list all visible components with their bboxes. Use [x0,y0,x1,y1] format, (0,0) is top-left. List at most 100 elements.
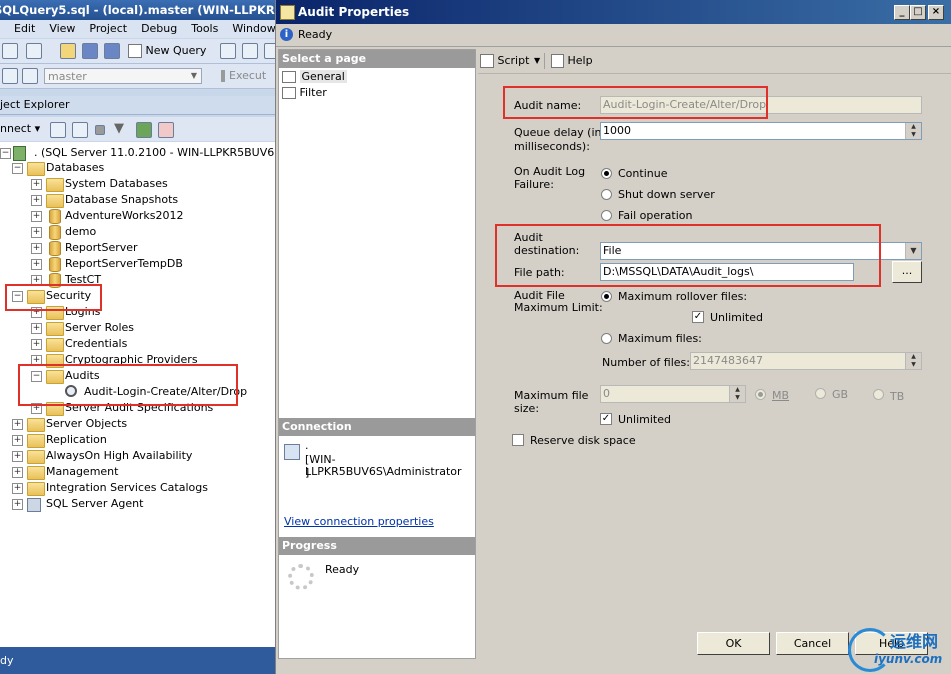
ok-button[interactable]: OK [697,632,770,655]
size-unlimited-checkbox[interactable]: ✓ [600,413,612,425]
page-general[interactable]: General [282,70,347,84]
folder-icon [46,178,64,192]
collapse-icon[interactable]: − [0,148,11,159]
tree-node[interactable]: + ReportServer [0,240,275,256]
expand-icon[interactable]: + [12,451,23,462]
shutdown-server-radio[interactable] [601,189,612,200]
expand-icon[interactable]: + [12,499,23,510]
expand-icon[interactable]: + [31,195,42,206]
add-item-icon[interactable] [26,43,42,59]
rollover-unlimited-checkbox[interactable]: ✓ [692,311,704,323]
tree-node[interactable]: + Replication [0,432,275,448]
activity-monitor-icon[interactable] [158,122,174,138]
menu-view[interactable]: View [49,20,75,38]
tree-node[interactable]: + ReportServerTempDB [0,256,275,272]
save-all-icon[interactable] [104,43,120,59]
num-files-label: Number of files: [602,356,690,369]
queue-delay-label-line2: milliseconds): [514,140,590,153]
tree-node[interactable]: − . (SQL Server 11.0.2100 - WIN-LLPKR5BUV… [0,145,275,161]
expand-icon[interactable]: + [12,483,23,494]
highlight-audit-name [503,86,768,119]
filter-icon[interactable]: ▼ [114,122,128,136]
browse-button[interactable]: ... [892,261,922,283]
num-files-input[interactable]: 2147483647 ▲ ▼ [690,352,922,370]
expand-icon[interactable]: + [31,211,42,222]
disconnect-icon[interactable] [72,122,88,138]
script-button[interactable]: Script [480,49,529,73]
expand-icon[interactable]: + [12,435,23,446]
connect-dropdown[interactable]: nnect ▾ [0,121,40,137]
tree-node-label: . (SQL Server 11.0.2100 - WIN-LLPKR5BUV6… [34,146,275,159]
tree-node[interactable]: + System Databases [0,176,275,192]
max-rollover-label: Maximum rollover files: [618,290,748,303]
tree-node[interactable]: + Integration Services Catalogs [0,480,275,496]
expand-icon[interactable]: + [12,419,23,430]
continue-radio[interactable] [601,168,612,179]
menu-project[interactable]: Project [89,20,127,38]
fail-operation-radio[interactable] [601,210,612,221]
unit-tb-label: TB [890,390,905,403]
tree-node[interactable]: + Server Roles [0,320,275,336]
connect-icon[interactable] [2,68,18,84]
expand-icon[interactable]: + [31,259,42,270]
expand-icon[interactable]: + [31,227,42,238]
page-filter[interactable]: Filter [282,86,327,100]
expand-icon[interactable]: + [12,467,23,478]
max-rollover-radio[interactable] [601,291,612,302]
script-dropdown-chevron-down-icon[interactable]: ▼ [534,49,540,73]
unit-tb-radio[interactable] [873,389,884,400]
tree-node[interactable]: + SQL Server Agent [0,496,275,512]
expand-icon[interactable]: + [31,323,42,334]
help-button[interactable]: Help [551,49,593,73]
reserve-disk-checkbox[interactable] [512,434,524,446]
max-file-size-label: Maximum file [514,389,589,402]
cancel-button[interactable]: Cancel [776,632,849,655]
minimize-button[interactable]: _ [894,5,910,20]
tree-node[interactable]: + Database Snapshots [0,192,275,208]
database-select-value: master [48,70,87,83]
unit-gb-radio[interactable] [815,388,826,399]
menu-edit[interactable]: Edit [14,20,35,38]
menu-debug[interactable]: Debug [141,20,177,38]
expand-icon[interactable]: + [31,243,42,254]
tree-node[interactable]: + demo [0,224,275,240]
tree-node[interactable]: + Management [0,464,275,480]
database-icon [49,209,61,224]
max-files-radio[interactable] [601,333,612,344]
change-connection-icon[interactable] [22,68,38,84]
save-icon[interactable] [82,43,98,59]
query-mdx-icon[interactable] [242,43,258,59]
tree-node[interactable]: + Credentials [0,336,275,352]
page-filter-label: Filter [299,86,327,99]
query-db-icon[interactable] [220,43,236,59]
tree-node[interactable]: + AdventureWorks2012 [0,208,275,224]
max-file-size-input[interactable]: 0 ▲ ▼ [600,385,746,403]
close-button[interactable]: × [928,5,944,20]
num-files-spinner[interactable]: ▲ ▼ [905,353,921,369]
stop-icon[interactable] [95,125,105,135]
database-icon [49,225,61,240]
execute-button[interactable]: Execut [221,68,266,84]
menu-window[interactable]: Window [232,20,275,38]
refresh-icon[interactable] [136,122,152,138]
open-file-icon[interactable] [60,43,76,59]
object-explorer-toolbar: nnect ▾ ▼ [0,117,275,141]
new-project-icon[interactable] [2,43,18,59]
tree-node[interactable]: + AlwaysOn High Availability [0,448,275,464]
connect-object-icon[interactable] [50,122,66,138]
tree-node[interactable]: − Databases [0,160,275,176]
unit-mb-radio[interactable] [755,389,766,400]
query-dmx-icon[interactable] [264,43,275,59]
queue-delay-spinner[interactable]: ▲ ▼ [905,123,921,139]
expand-icon[interactable]: + [31,179,42,190]
maximize-button[interactable]: □ [910,5,926,20]
max-file-size-spinner[interactable]: ▲ ▼ [729,386,745,402]
database-select[interactable]: master ▼ [44,68,202,84]
new-query-button[interactable]: New Query [128,43,206,59]
view-connection-properties-link[interactable]: View connection properties [284,515,434,528]
menu-tools[interactable]: Tools [191,20,218,38]
queue-delay-input[interactable]: 1000 ▲ ▼ [600,122,922,140]
tree-node[interactable]: + Server Objects [0,416,275,432]
collapse-icon[interactable]: − [12,163,23,174]
expand-icon[interactable]: + [31,339,42,350]
